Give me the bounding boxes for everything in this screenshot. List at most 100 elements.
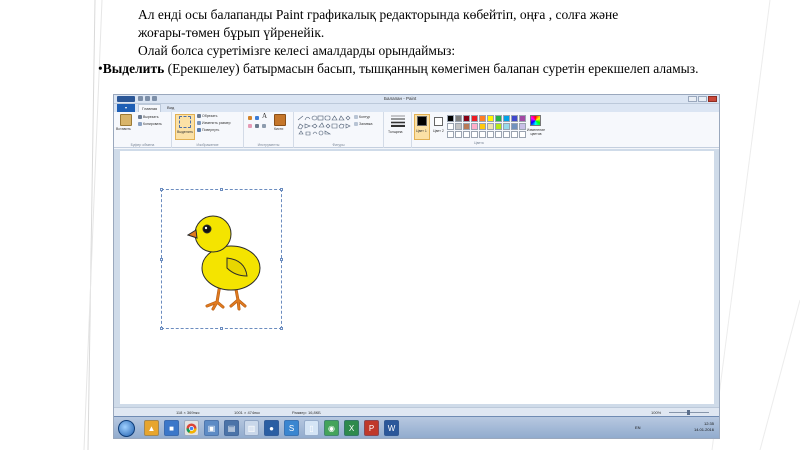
selection-handle[interactable] [280, 258, 283, 261]
eraser-icon[interactable] [248, 124, 252, 128]
skype-icon[interactable]: S [284, 420, 299, 436]
palette-swatch[interactable] [471, 131, 478, 138]
rotate-label: Повернуть [202, 128, 220, 132]
size-lines-icon[interactable] [391, 115, 405, 127]
excel-icon[interactable]: X [344, 420, 359, 436]
drawing-canvas[interactable] [120, 151, 714, 404]
palette-swatch[interactable] [479, 123, 486, 130]
text-tool-icon[interactable]: A [262, 113, 267, 120]
palette-swatch[interactable] [503, 123, 510, 130]
selection-handle[interactable] [160, 258, 163, 261]
color-picker-icon[interactable] [255, 124, 259, 128]
file-tab[interactable]: ▾ [117, 104, 135, 112]
tab-home[interactable]: Главная [138, 104, 162, 112]
paste-button[interactable]: Вставить [116, 127, 131, 132]
palette-swatch[interactable] [447, 123, 454, 130]
palette-swatch[interactable] [495, 123, 502, 130]
selection-rectangle[interactable] [160, 188, 283, 330]
palette-swatch[interactable] [511, 131, 518, 138]
bullet-rest-text: (Ерекшелеу) батырмасын басып, тышқанның … [164, 61, 699, 76]
rotate-button[interactable]: Повернуть [197, 128, 219, 133]
resize-button[interactable]: Изменить размер [197, 121, 231, 126]
paste-icon[interactable] [120, 114, 132, 126]
size-group: Толщина [384, 112, 412, 148]
color2-swatch[interactable] [434, 117, 443, 126]
palette-swatch[interactable] [487, 131, 494, 138]
magnifier-icon[interactable] [262, 124, 266, 128]
save-quick-icon[interactable] [138, 96, 143, 101]
folder-icon[interactable]: ▥ [244, 420, 259, 436]
palette-swatch[interactable] [503, 131, 510, 138]
cut-button[interactable]: Вырезать [138, 115, 159, 120]
palette-swatch[interactable] [479, 115, 486, 122]
minimize-button[interactable] [688, 96, 697, 102]
vlc-icon[interactable]: ▲ [144, 420, 159, 436]
crop-button[interactable]: Обрезать [197, 114, 217, 119]
palette-swatch[interactable] [503, 115, 510, 122]
start-button[interactable] [118, 420, 135, 437]
palette-swatch[interactable] [455, 123, 462, 130]
tab-view[interactable]: Вид [164, 104, 177, 112]
app-menu-button[interactable] [117, 96, 135, 102]
palette-swatch[interactable] [495, 131, 502, 138]
palette-swatch[interactable] [463, 131, 470, 138]
language-indicator[interactable]: EN [635, 425, 641, 430]
phone-icon[interactable]: ▯ [304, 420, 319, 436]
system-clock[interactable]: 12:35 14.01.2016 [694, 421, 714, 433]
selection-handle[interactable] [160, 327, 163, 330]
ribbon-tabs: ▾ Главная Вид [114, 104, 719, 112]
color1-label: Цвет 1 [416, 129, 427, 133]
selection-handle[interactable] [220, 327, 223, 330]
selection-handle[interactable] [220, 188, 223, 191]
palette-swatch[interactable] [471, 115, 478, 122]
palette-swatch[interactable] [487, 115, 494, 122]
palette-swatch[interactable] [463, 123, 470, 130]
palette-swatch[interactable] [471, 123, 478, 130]
word-icon[interactable]: W [384, 420, 399, 436]
green-app-icon[interactable]: ◉ [324, 420, 339, 436]
shapes-gallery[interactable] [297, 115, 351, 137]
close-button[interactable] [708, 96, 717, 102]
palette-swatch[interactable] [495, 115, 502, 122]
selection-handle[interactable] [280, 188, 283, 191]
palette-swatch[interactable] [511, 123, 518, 130]
palette-swatch[interactable] [479, 131, 486, 138]
selection-handle[interactable] [280, 327, 283, 330]
palette-swatch[interactable] [447, 131, 454, 138]
clipboard-group: Вставить Вырезать Копировать Буфер обмен… [114, 112, 172, 148]
maximize-button[interactable] [698, 96, 707, 102]
palette-swatch[interactable] [447, 115, 454, 122]
pencil-icon[interactable] [248, 116, 252, 120]
clock-date: 14.01.2016 [693, 427, 714, 432]
undo-quick-icon[interactable] [145, 96, 150, 101]
edit-colors-icon[interactable] [530, 115, 541, 126]
fill-dropdown[interactable]: Заливка [354, 122, 372, 127]
color2-label: Цвет 2 [433, 129, 444, 133]
paint-app-icon[interactable]: ▣ [204, 420, 219, 436]
paint-window: Балапан - Paint ▾ Главная Вид Вставить В… [113, 94, 720, 439]
crop-label: Обрезать [202, 114, 218, 118]
scissors-icon [138, 115, 142, 120]
fill-icon[interactable] [255, 116, 259, 120]
copy-button[interactable]: Копировать [138, 122, 162, 127]
powerpoint-icon[interactable]: P [364, 420, 379, 436]
palette-swatch[interactable] [519, 115, 526, 122]
status-bar: 118 × 369пкс 1001 × 474пкс Размер: 16,8К… [114, 407, 719, 416]
palette-swatch[interactable] [455, 131, 462, 138]
chrome-icon[interactable] [184, 420, 199, 436]
brushes-icon[interactable] [274, 114, 286, 126]
media-icon[interactable]: ● [264, 420, 279, 436]
palette-swatch[interactable] [511, 115, 518, 122]
palette-swatch[interactable] [487, 123, 494, 130]
selection-handle[interactable] [160, 188, 163, 191]
redo-quick-icon[interactable] [152, 96, 157, 101]
chrome-logo-icon [186, 422, 197, 434]
photos-icon[interactable]: ▤ [224, 420, 239, 436]
zoom-slider-thumb[interactable] [687, 410, 690, 415]
explorer-icon[interactable]: ■ [164, 420, 179, 436]
outline-dropdown[interactable]: Контур [354, 115, 370, 120]
crop-icon [197, 114, 201, 119]
palette-swatch[interactable] [455, 115, 462, 122]
palette-swatch[interactable] [463, 115, 470, 122]
color1-swatch [417, 116, 427, 126]
